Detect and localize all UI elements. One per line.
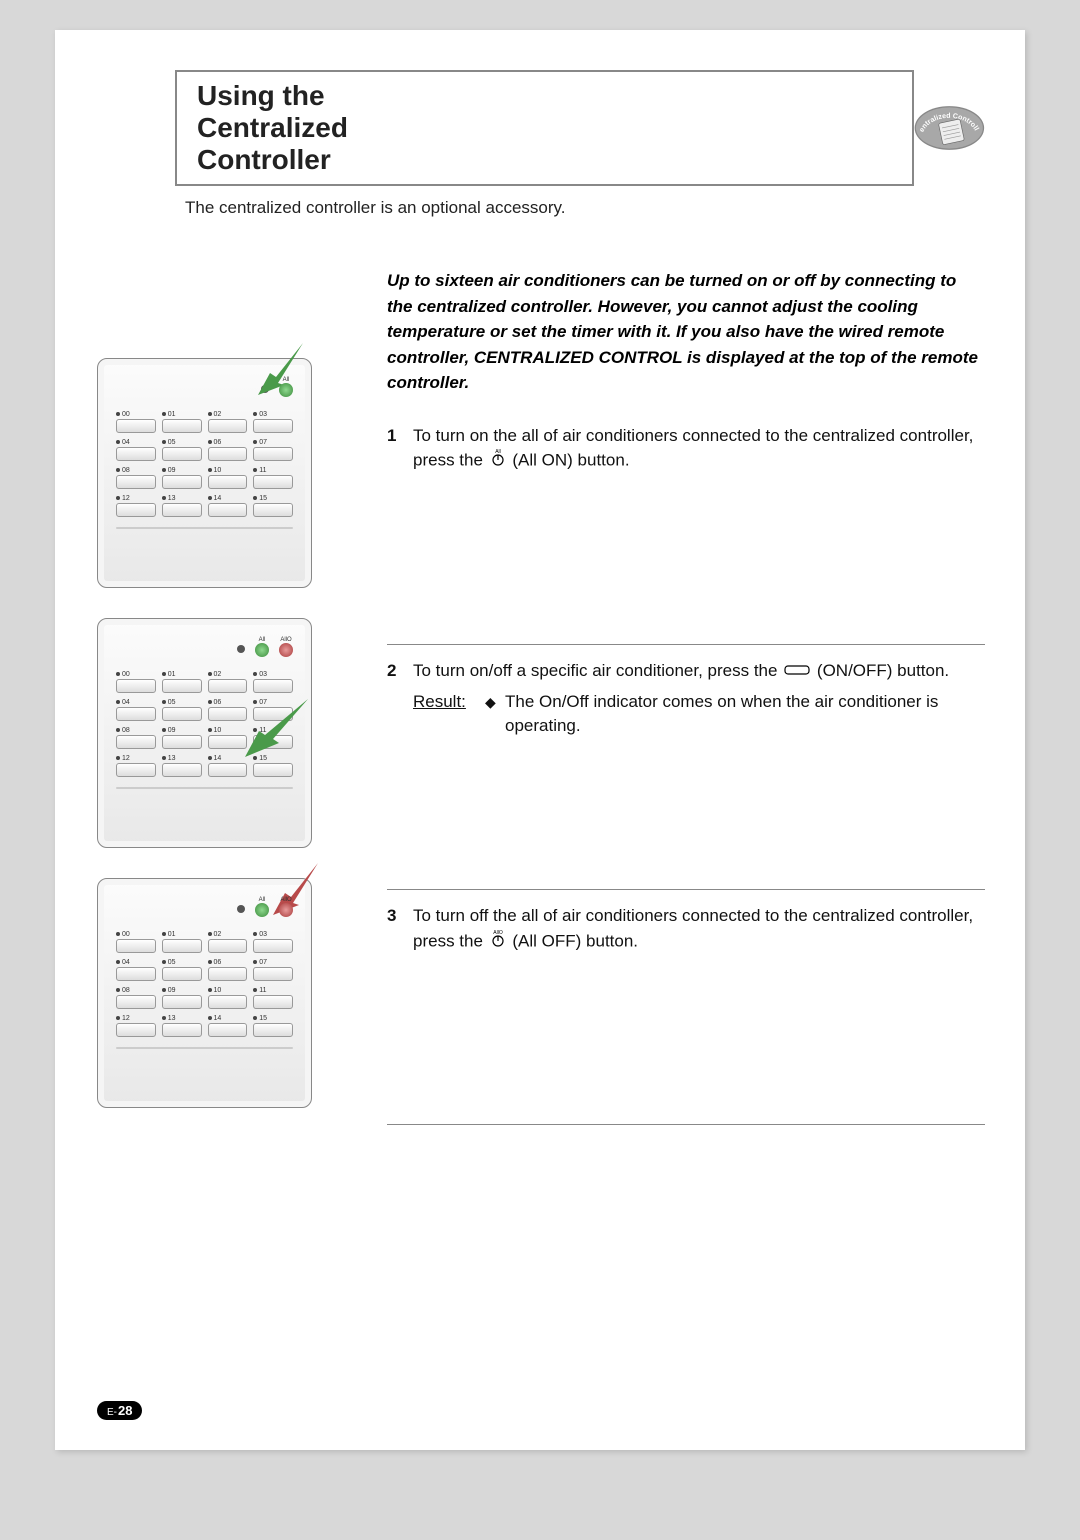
unit-button-14: 14 [208,1015,248,1037]
all-on-button: All [255,637,269,661]
unit-button-05: 05 [162,439,202,461]
unit-button-15: 15 [253,755,293,777]
unit-button-12: 12 [116,755,156,777]
unit-button-12: 12 [116,1015,156,1037]
controller-figure-onoff: All AllO 00 01 0203 04 05 0607 08 09 1011 12 13 141… [97,618,312,848]
result-row: Result: The On/Off indicator comes on wh… [413,690,985,739]
unit-button-05: 05 [162,959,202,981]
title-box: Using the Centralized Controller [175,70,914,186]
page-number-badge: E-28 [97,1401,142,1420]
all-off-icon: AllO [490,929,506,955]
unit-button-09: 09 [162,987,202,1009]
unit-button-15: 15 [253,495,293,517]
unit-button-06: 06 [208,699,248,721]
unit-button-14: 14 [208,495,248,517]
unit-button-10: 10 [208,987,248,1009]
result-label: Result: [413,690,485,739]
power-led-icon [237,645,245,653]
unit-button-02: 02 [208,931,248,953]
unit-button-01: 01 [162,931,202,953]
centralized-controller-badge: Centralized Controller [914,93,985,163]
page-subtitle: The centralized controller is an optiona… [185,198,1025,218]
unit-button-07: 07 [253,959,293,981]
unit-button-08: 08 [116,467,156,489]
unit-button-07: 07 [253,439,293,461]
unit-button-13: 13 [162,755,202,777]
unit-button-03: 03 [253,411,293,433]
result-text: The On/Off indicator comes on when the a… [505,690,985,739]
unit-button-03: 03 [253,931,293,953]
all-on-button: All [255,897,269,921]
unit-button-11: 11 [253,987,293,1009]
all-off-circle-icon [279,903,293,917]
unit-button-02: 02 [208,671,248,693]
all-off-circle-icon [279,643,293,657]
step-text-after: (ON/OFF) button. [817,661,949,680]
onoff-button-icon [784,659,810,684]
unit-button-14: 14 [208,755,248,777]
power-led-icon [237,905,245,913]
body-area: All 00010203040506070809101112131415 All [55,268,1025,1138]
all-off-button: AllO [279,897,293,921]
unit-button-10: 10 [208,727,248,749]
step-text-after: (All OFF) button. [512,931,638,950]
all-on-icon: All [490,448,506,474]
unit-button-12: 12 [116,495,156,517]
unit-button-15: 15 [253,1015,293,1037]
all-on-circle-icon [279,383,293,397]
unit-button-09: 09 [162,467,202,489]
unit-button-08: 08 [116,727,156,749]
all-on-circle-icon [255,903,269,917]
all-on-circle-icon [255,643,269,657]
unit-button-00: 00 [116,411,156,433]
unit-button-01: 01 [162,411,202,433]
page-title: Using the Centralized Controller [197,80,472,176]
button-grid: 00010203040506070809101112131415 [116,671,293,777]
unit-button-06: 06 [208,959,248,981]
unit-button-13: 13 [162,495,202,517]
unit-button-11: 11 [253,727,293,749]
unit-button-13: 13 [162,1015,202,1037]
manual-page: Using the Centralized Controller Central… [55,30,1025,1450]
unit-button-04: 04 [116,439,156,461]
unit-button-00: 00 [116,931,156,953]
step-1: 1 To turn on the all of air conditioners… [387,424,985,644]
unit-button-00: 00 [116,671,156,693]
all-on-button: All [279,377,293,401]
step-text: To turn on/off a specific air conditione… [413,661,782,680]
unit-button-09: 09 [162,727,202,749]
svg-text:AllO: AllO [493,930,503,936]
step-3: 3 To turn off the all of air conditioner… [387,889,985,1125]
all-off-button: AllO [279,637,293,661]
controller-figure-all-off: All AllO 00 01 0203 04 05 0607 08 09 1011 12 13 141… [97,878,312,1108]
controller-figure-all-on: All 00010203040506070809101112131415 [97,358,312,588]
unit-button-02: 02 [208,411,248,433]
unit-button-11: 11 [253,467,293,489]
unit-button-03: 03 [253,671,293,693]
unit-button-06: 06 [208,439,248,461]
lead-paragraph: Up to sixteen air conditioners can be tu… [387,268,985,396]
unit-button-05: 05 [162,699,202,721]
content-column: Up to sixteen air conditioners can be tu… [357,268,985,1138]
step-text-after: (All ON) button. [512,450,629,469]
unit-button-04: 04 [116,959,156,981]
page-header: Using the Centralized Controller Central… [175,70,985,186]
unit-button-01: 01 [162,671,202,693]
step-2: 2 To turn on/off a specific air conditio… [387,644,985,889]
power-led-icon [261,385,269,393]
button-grid: 00010203040506070809101112131415 [116,411,293,517]
unit-button-08: 08 [116,987,156,1009]
svg-text:All: All [495,449,501,455]
diamond-bullet-icon [485,690,505,739]
figures-column: All 00010203040506070809101112131415 All [97,268,357,1138]
button-grid: 00010203040506070809101112131415 [116,931,293,1037]
unit-button-04: 04 [116,699,156,721]
unit-button-10: 10 [208,467,248,489]
unit-button-07: 07 [253,699,293,721]
